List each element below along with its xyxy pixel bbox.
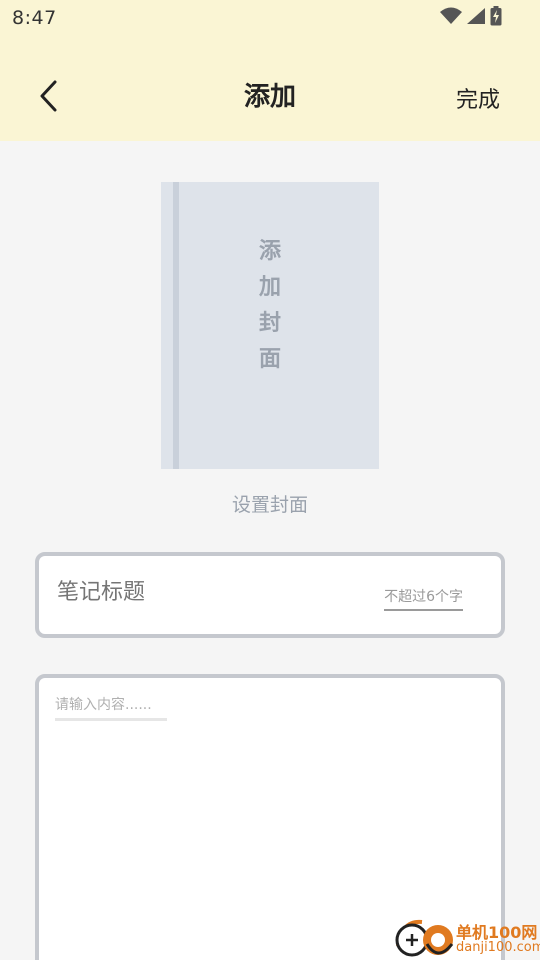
note-title-input[interactable]	[57, 580, 357, 605]
cover-placeholder[interactable]: 添 加 封 面	[161, 182, 379, 469]
battery-charging-icon	[490, 6, 502, 26]
cover-placeholder-text: 添 加 封 面	[161, 234, 379, 378]
watermark-logo-icon	[395, 919, 454, 957]
signal-icon	[466, 7, 486, 25]
note-title-field[interactable]: 不超过6个字	[35, 552, 505, 638]
screen: 8:47 添加 完成 添 加 封 面 设置封面 笔记标题 不超过6个字 请输入内…	[0, 0, 540, 960]
wifi-icon	[440, 7, 462, 25]
note-content-input[interactable]: 请输入内容......	[55, 694, 167, 721]
watermark: 单机100网 danji100.com	[390, 916, 540, 960]
cover-char: 加	[258, 275, 281, 300]
watermark-en: danji100.com	[456, 940, 540, 955]
cover-char: 面	[258, 347, 281, 372]
title-length-hint: 不超过6个字	[384, 586, 463, 611]
status-icons	[440, 6, 502, 26]
status-time: 8:47	[12, 7, 57, 29]
set-cover-link[interactable]: 设置封面	[0, 490, 540, 517]
cover-char: 添	[258, 239, 281, 264]
done-button[interactable]: 完成	[456, 82, 500, 114]
app-bar: 添加 完成	[0, 52, 540, 136]
status-bar: 8:47	[0, 0, 540, 36]
cover-char: 封	[258, 311, 281, 336]
header-area: 8:47 添加 完成	[0, 0, 540, 141]
